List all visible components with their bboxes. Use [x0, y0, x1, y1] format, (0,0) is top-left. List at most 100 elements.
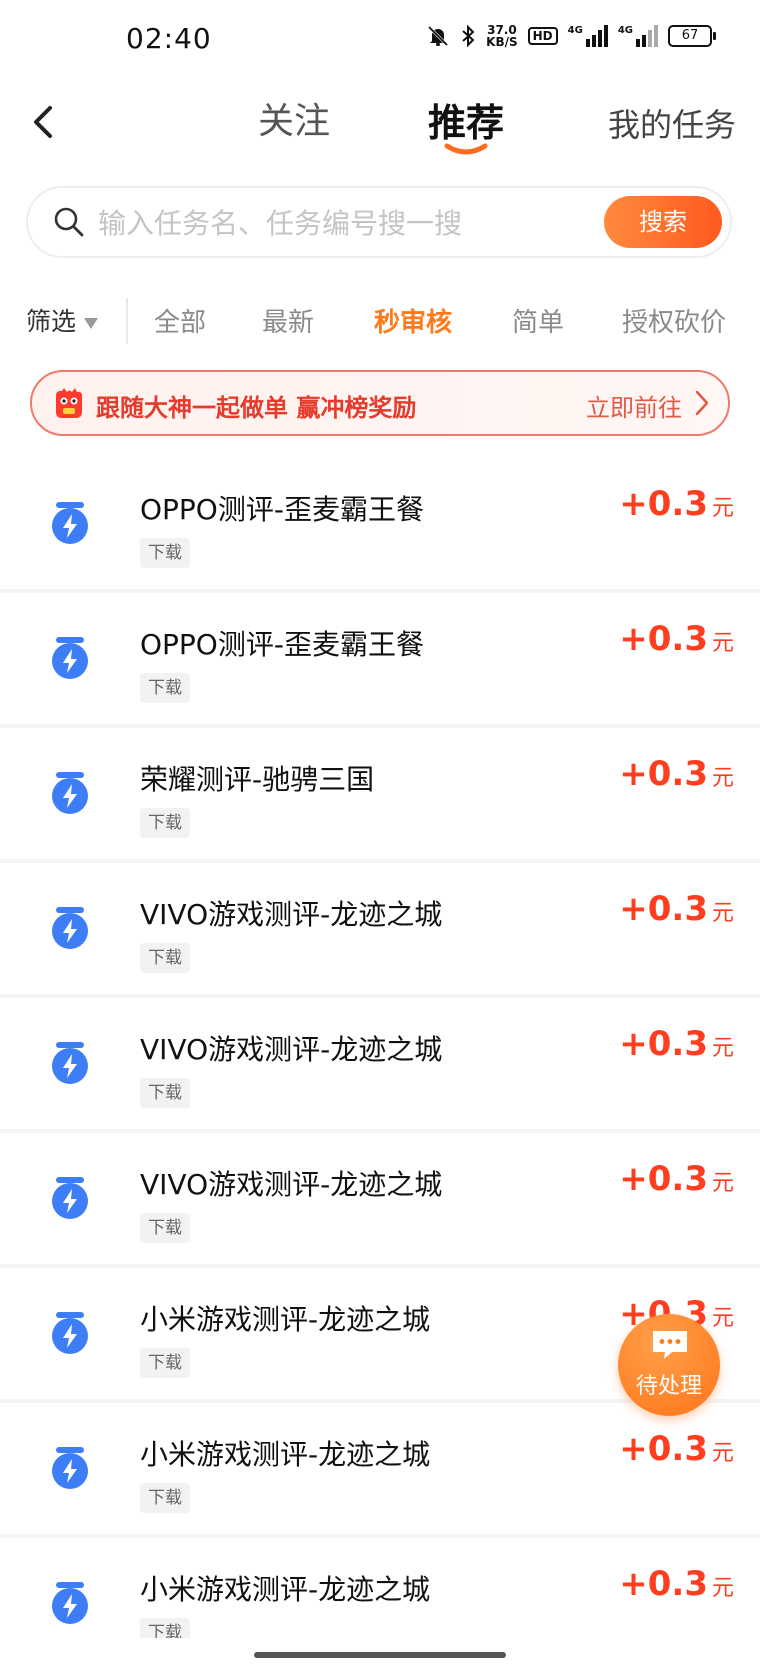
task-item[interactable]: 小米游戏测评-龙迹之城 下载 +0.3元 — [0, 1403, 760, 1538]
hd-badge: HD — [527, 27, 558, 45]
task-tag: 下载 — [140, 673, 190, 703]
reward-amount: +0.3 — [619, 484, 708, 524]
reward-unit: 元 — [711, 1306, 734, 1331]
my-tasks-link[interactable]: 我的任务 — [608, 100, 736, 146]
task-tag: 下载 — [140, 808, 190, 838]
signal-icon: 4G — [568, 25, 608, 47]
signal-label: 4G — [617, 25, 633, 36]
reward-amount: +0.3 — [619, 889, 708, 929]
task-tag: 下载 — [140, 1213, 190, 1243]
signal-icon: 4G — [618, 25, 658, 47]
reward-unit: 元 — [711, 901, 734, 926]
reward-amount: +0.3 — [619, 1159, 708, 1199]
alarm-clock-icon — [52, 772, 88, 814]
task-item[interactable]: VIVO游戏测评-龙迹之城 下载 +0.3 元 — [0, 1133, 760, 1268]
banner-link[interactable]: 立即前往 — [586, 388, 682, 423]
task-title: OPPO测评-歪麦霸王餐 — [140, 493, 424, 526]
task-reward: +0.3元 — [619, 1429, 734, 1469]
task-item[interactable]: VIVO游戏测评-龙迹之城 下载 +0.3 元 — [0, 863, 760, 998]
alarm-clock-icon — [52, 502, 88, 544]
alarm-clock-icon — [52, 637, 88, 679]
divider — [126, 298, 128, 344]
signal-label: 4G — [567, 25, 583, 36]
tab-active-indicator — [444, 143, 488, 155]
bluetooth-icon — [462, 24, 475, 48]
alarm-clock-icon — [52, 1582, 88, 1624]
task-title: VIVO游戏测评-龙迹之城 — [140, 1168, 443, 1201]
chip-newest[interactable]: 最新 — [262, 302, 314, 339]
banner-text: 跟随大神一起做单 赢冲榜奖励 — [96, 394, 417, 422]
reward-amount: +0.3 — [619, 754, 708, 794]
task-title: 小米游戏测评-龙迹之城 — [140, 1573, 431, 1606]
back-arrow-icon[interactable] — [24, 102, 64, 142]
search-icon — [54, 207, 84, 237]
search-bar: 搜索 — [26, 186, 732, 258]
task-list: OPPO测评-歪麦霸王餐 下载 +0.3 元 OPPO测评-歪麦霸王餐 下载 +0… — [0, 458, 760, 1638]
reward-amount: +0.3 — [619, 1024, 708, 1064]
reward-unit: 元 — [711, 1036, 734, 1061]
chip-auth-bargain[interactable]: 授权砍价 — [622, 302, 726, 339]
task-reward: +0.3元 — [619, 1024, 734, 1064]
search-input[interactable] — [96, 198, 500, 248]
status-time: 02:40 — [126, 22, 212, 55]
search-button[interactable]: 搜索 — [604, 196, 722, 248]
filter-row: 筛选 全部 最新 秒审核 简单 授权砍价 — [0, 292, 760, 352]
chevron-right-icon — [695, 390, 709, 416]
battery-level: 67 — [681, 28, 699, 43]
reward-unit: 元 — [711, 1441, 734, 1466]
alarm-clock-icon — [52, 1177, 88, 1219]
filter-label: 筛选 — [26, 307, 77, 336]
task-reward: +0.3元 — [619, 1564, 734, 1604]
alarm-clock-icon — [52, 1312, 88, 1354]
task-title: VIVO游戏测评-龙迹之城 — [140, 1033, 443, 1066]
chip-all[interactable]: 全部 — [154, 302, 206, 339]
tab-recommend[interactable]: 推荐 — [428, 92, 504, 147]
task-title: VIVO游戏测评-龙迹之城 — [140, 898, 443, 931]
chip-simple[interactable]: 简单 — [512, 302, 564, 339]
alarm-clock-icon — [52, 1447, 88, 1489]
task-reward: +0.3元 — [619, 754, 734, 794]
task-reward: +0.3元 — [619, 1159, 734, 1199]
top-nav: 关注 推荐 我的任务 — [0, 84, 760, 180]
alarm-clock-icon — [52, 1042, 88, 1084]
task-item[interactable]: OPPO测评-歪麦霸王餐 下载 +0.3 元 — [0, 593, 760, 728]
task-reward: +0.3元 — [619, 619, 734, 659]
reward-amount: +0.3 — [619, 619, 708, 659]
reward-unit: 元 — [711, 1171, 734, 1196]
filter-button[interactable]: 筛选 — [26, 302, 99, 338]
net-speed-unit: KB/S — [486, 35, 518, 49]
task-tag: 下载 — [140, 943, 190, 973]
reward-unit: 元 — [711, 766, 734, 791]
task-title: 荣耀测评-驰骋三国 — [140, 763, 375, 796]
pending-fab[interactable]: 待处理 — [618, 1314, 720, 1416]
task-tag: 下载 — [140, 1348, 190, 1378]
promo-banner[interactable]: 跟随大神一起做单 赢冲榜奖励 立即前往 — [30, 370, 730, 436]
reward-amount: +0.3 — [619, 1564, 708, 1604]
reward-unit: 元 — [711, 1576, 734, 1601]
task-title: OPPO测评-歪麦霸王餐 — [140, 628, 424, 661]
task-title: 小米游戏测评-龙迹之城 — [140, 1303, 431, 1336]
task-item[interactable]: 小米游戏测评-龙迹之城 下载 +0.3元 — [0, 1538, 760, 1638]
task-reward: +0.3元 — [619, 484, 734, 524]
task-tag: 下载 — [140, 1078, 190, 1108]
task-title: 小米游戏测评-龙迹之城 — [140, 1438, 431, 1471]
reward-unit: 元 — [711, 496, 734, 521]
net-speed: 37.0 KB/S — [486, 24, 517, 48]
task-reward: +0.3元 — [619, 889, 734, 929]
reward-unit: 元 — [711, 631, 734, 656]
task-item[interactable]: OPPO测评-歪麦霸王餐 下载 +0.3 元 — [0, 458, 760, 593]
mute-bell-icon — [428, 25, 449, 47]
home-indicator[interactable] — [254, 1652, 506, 1658]
tab-follow[interactable]: 关注 — [258, 92, 330, 144]
task-tag: 下载 — [140, 538, 190, 568]
task-tag: 下载 — [140, 1618, 190, 1638]
battery-icon: 67 — [668, 25, 716, 47]
chat-bubble-icon — [653, 1331, 687, 1359]
alarm-clock-icon — [52, 907, 88, 949]
task-item[interactable]: 荣耀测评-驰骋三国 下载 +0.3 元 — [0, 728, 760, 863]
task-item[interactable]: VIVO游戏测评-龙迹之城 下载 +0.3 元 — [0, 998, 760, 1133]
mascot-icon — [56, 388, 83, 418]
task-tag: 下载 — [140, 1483, 190, 1513]
chip-instant-review[interactable]: 秒审核 — [374, 302, 452, 339]
status-icons: 37.0 KB/S HD 4G 4G 67 — [426, 24, 716, 48]
